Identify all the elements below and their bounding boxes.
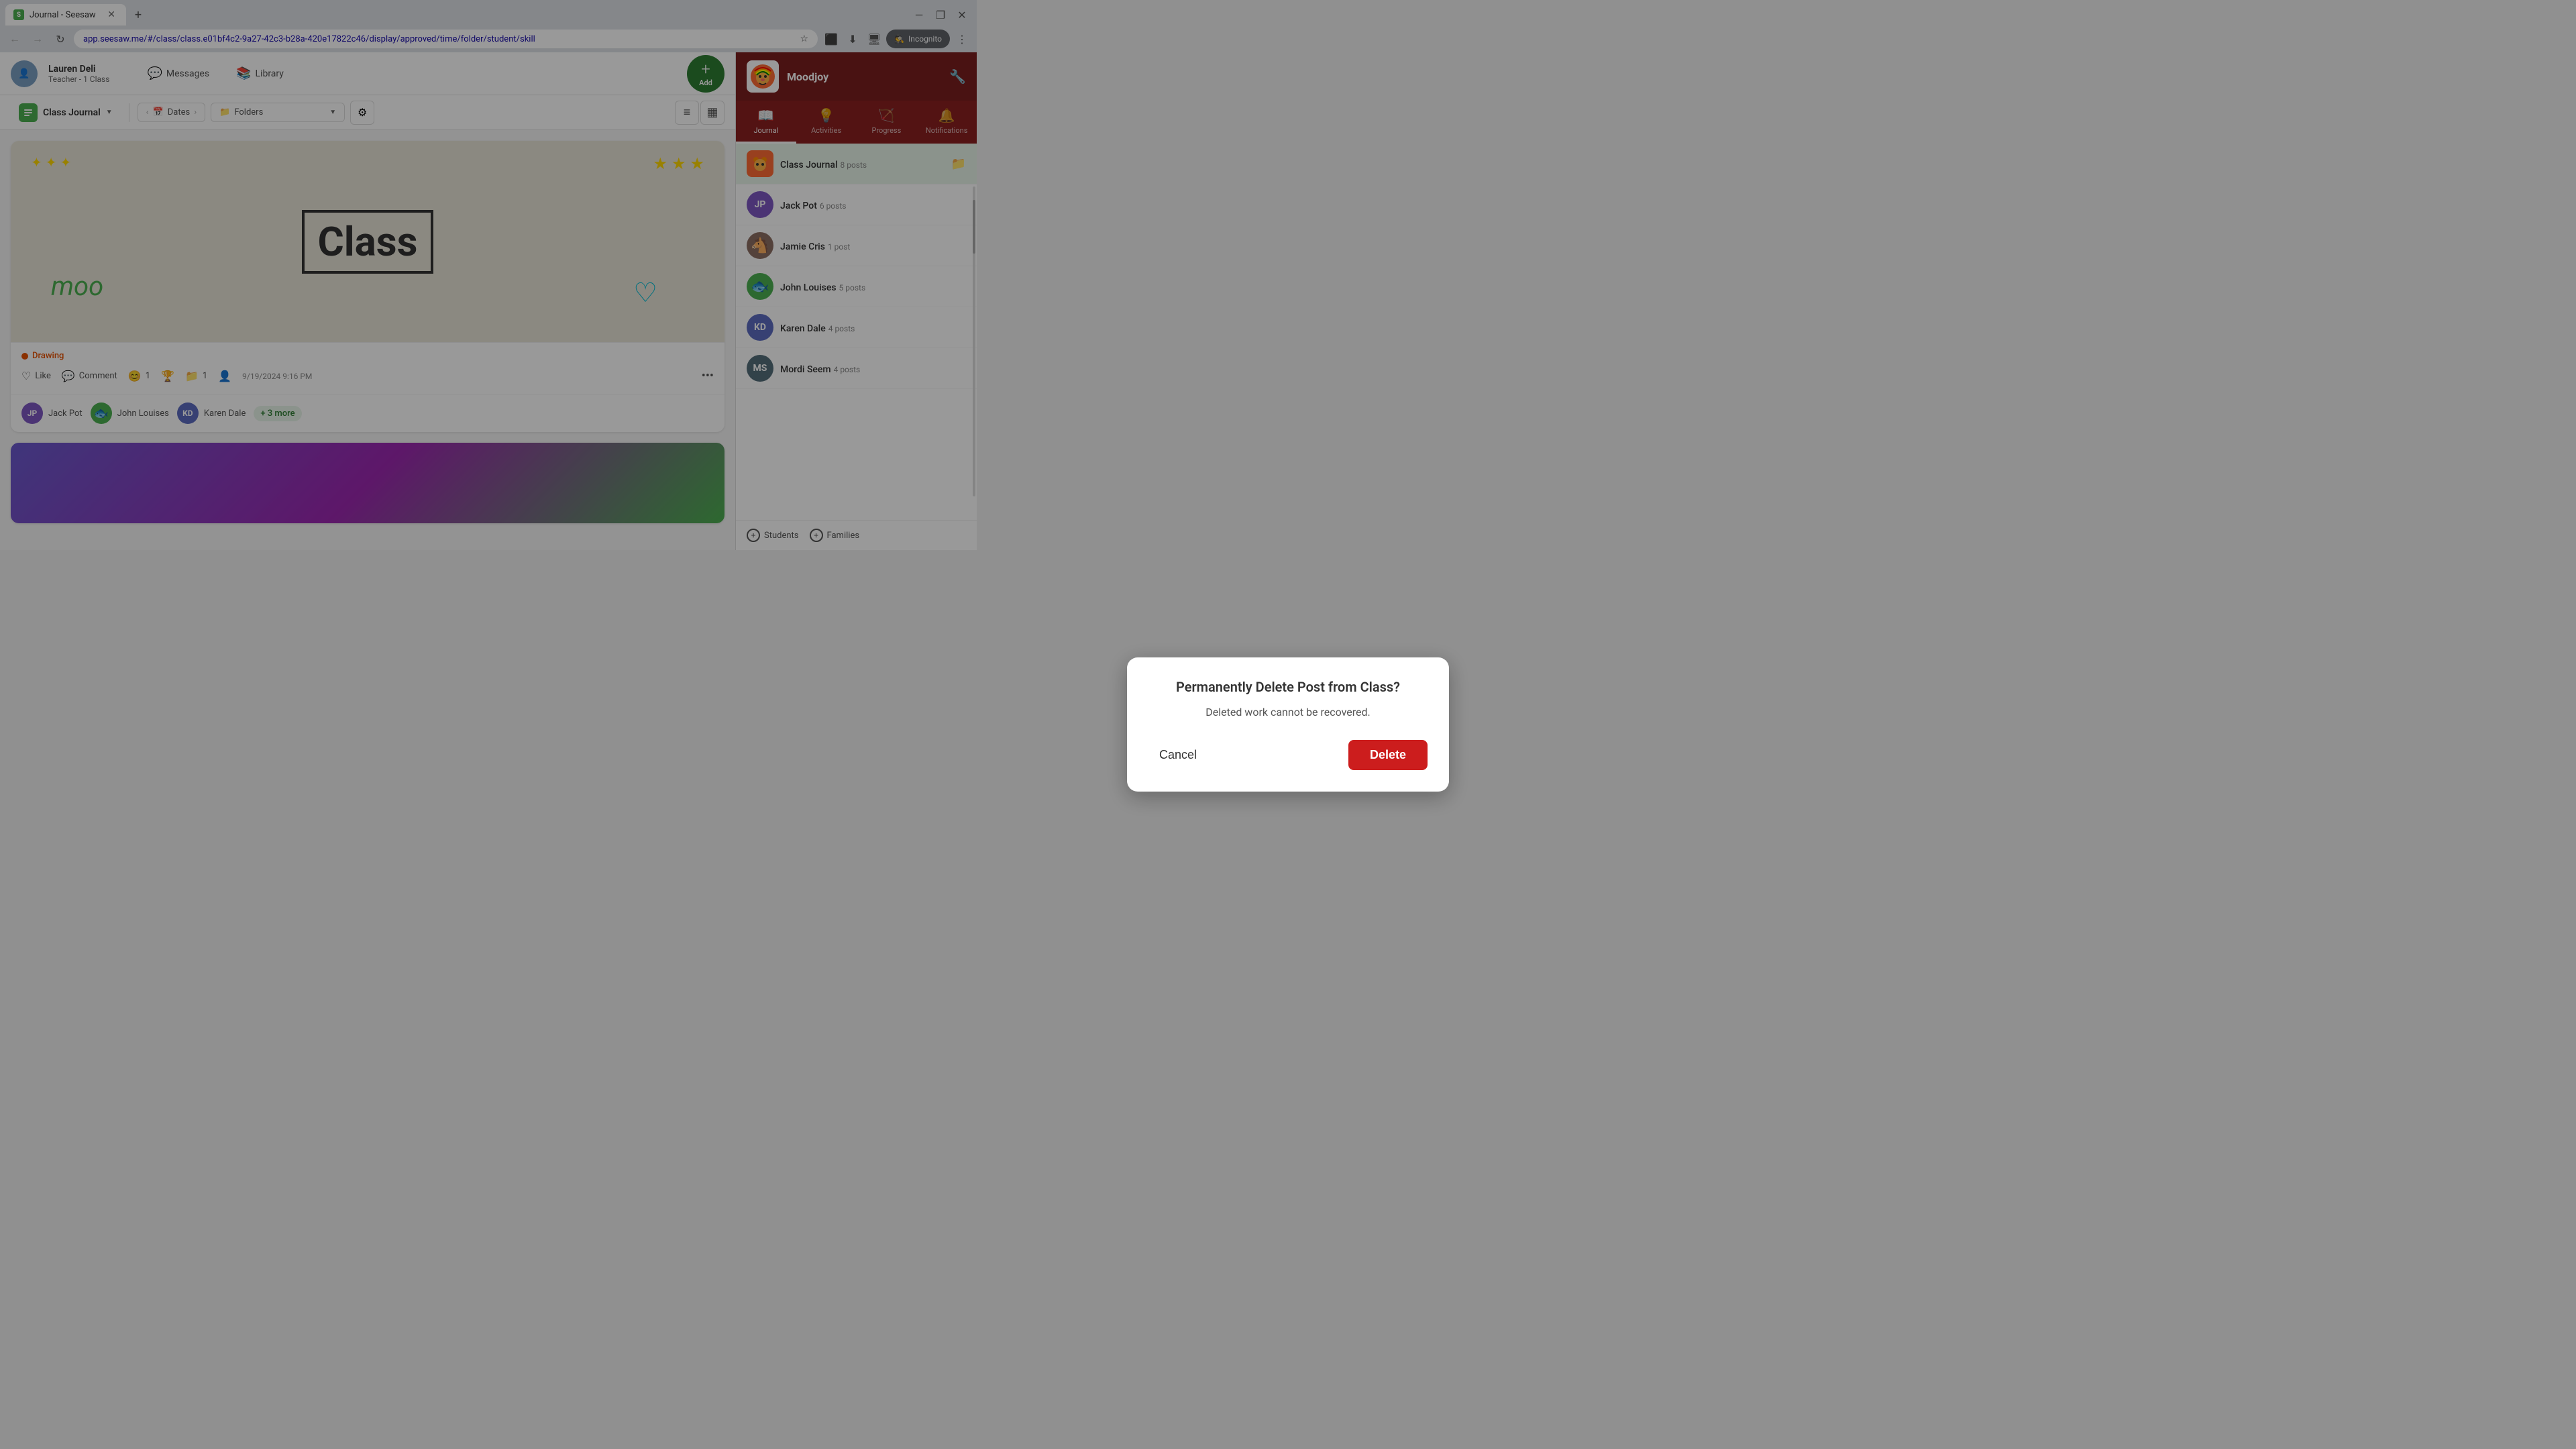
cancel-button[interactable]: Cancel bbox=[1148, 743, 1208, 767]
modal-title: Permanently Delete Post from Class? bbox=[1148, 679, 1428, 695]
modal-overlay: Permanently Delete Post from Class? Dele… bbox=[0, 0, 2576, 1449]
modal-message: Deleted work cannot be recovered. bbox=[1148, 706, 1428, 718]
delete-button[interactable]: Delete bbox=[1348, 740, 1428, 770]
modal-actions: Cancel Delete bbox=[1148, 740, 1428, 770]
delete-confirmation-modal: Permanently Delete Post from Class? Dele… bbox=[1127, 657, 1449, 792]
